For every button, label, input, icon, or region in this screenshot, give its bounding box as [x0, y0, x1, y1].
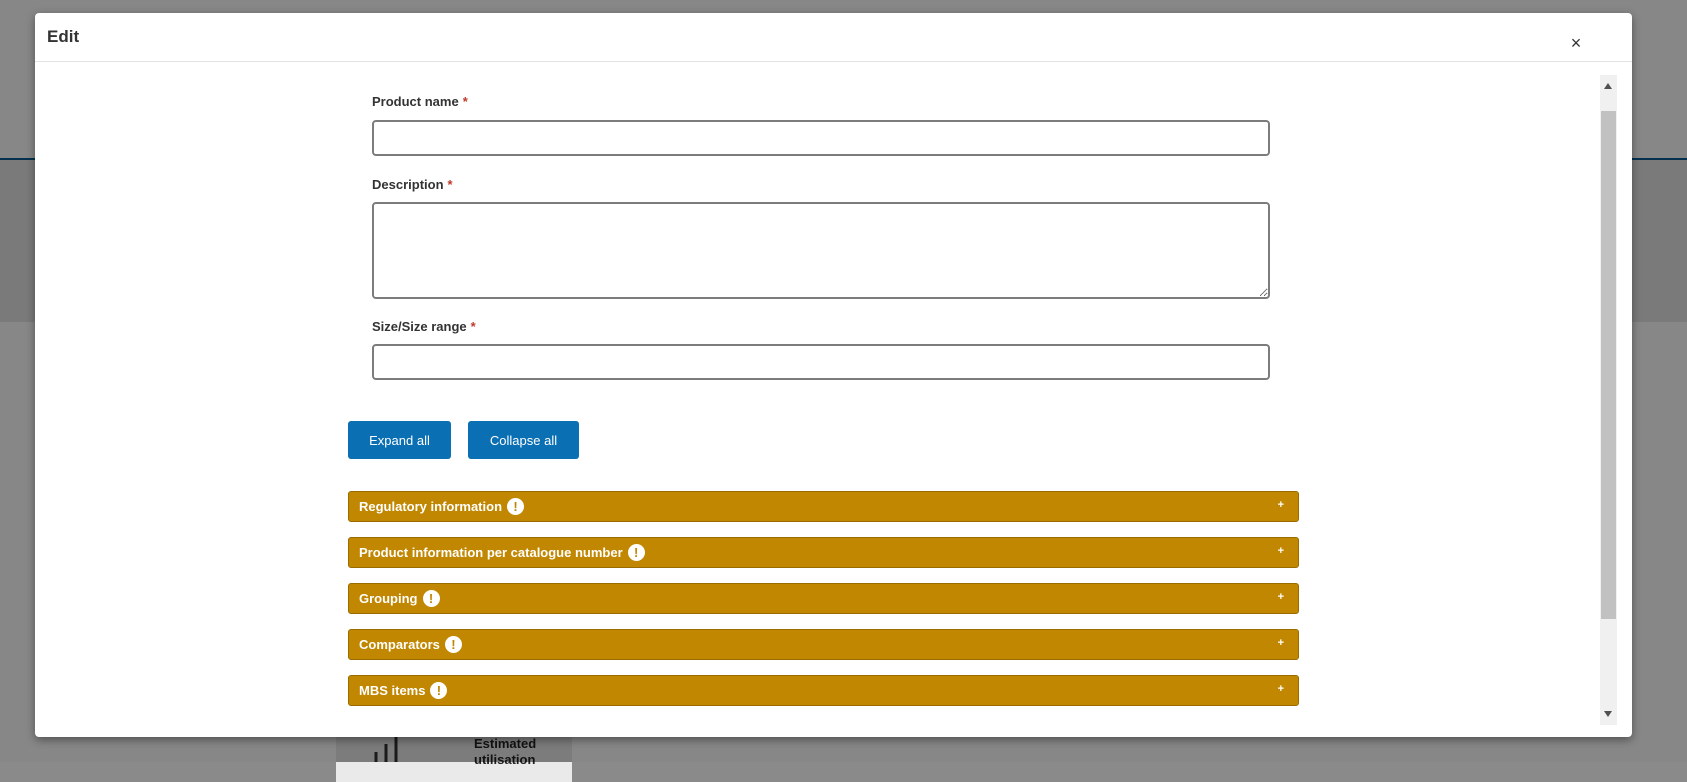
- scroll-up-arrow-icon[interactable]: [1604, 83, 1612, 89]
- required-marker: *: [462, 94, 468, 109]
- section-title: Regulatory information: [359, 499, 503, 514]
- collapse-all-button[interactable]: Collapse all: [468, 421, 579, 459]
- warning-icon: !: [444, 636, 462, 653]
- required-marker: *: [470, 319, 476, 334]
- dialog-title: Edit: [47, 27, 80, 46]
- expand-icon: +: [1277, 637, 1284, 649]
- expand-all-button[interactable]: Expand all: [348, 421, 451, 459]
- section-comparators[interactable]: Comparators ! +: [348, 629, 1299, 660]
- required-marker: *: [447, 177, 453, 192]
- warning-icon: !: [627, 544, 645, 561]
- expand-icon: +: [1277, 545, 1284, 557]
- warning-icon: !: [430, 682, 448, 699]
- section-title: Grouping: [359, 591, 418, 606]
- dialog-body: Product name * Description * Size/Size ran…: [35, 62, 1632, 737]
- product-name-label-text: Product name: [372, 94, 459, 109]
- description-label: Description *: [372, 177, 453, 192]
- section-title: MBS items: [359, 683, 426, 698]
- expand-icon: +: [1277, 499, 1284, 511]
- scrollbar[interactable]: [1600, 75, 1617, 725]
- warning-icon: !: [507, 498, 525, 515]
- size-range-input[interactable]: [372, 344, 1270, 380]
- product-name-input[interactable]: [372, 120, 1270, 156]
- expand-icon: +: [1277, 591, 1284, 603]
- section-title: Comparators: [359, 637, 440, 652]
- dialog-header: Edit ×: [35, 13, 1632, 62]
- warning-icon: !: [422, 590, 440, 607]
- section-grouping[interactable]: Grouping ! +: [348, 583, 1299, 614]
- size-range-label-text: Size/Size range: [372, 319, 467, 334]
- edit-dialog: Edit × Product name * Description * Size/S…: [35, 13, 1632, 737]
- product-name-label: Product name *: [372, 94, 468, 109]
- section-regulatory-information[interactable]: Regulatory information ! +: [348, 491, 1299, 522]
- description-textarea[interactable]: [372, 202, 1270, 299]
- section-product-information[interactable]: Product information per catalogue number…: [348, 537, 1299, 568]
- section-mbs-items[interactable]: MBS items ! +: [348, 675, 1299, 706]
- close-button[interactable]: ×: [1566, 33, 1586, 53]
- description-label-text: Description: [372, 177, 444, 192]
- expand-icon: +: [1277, 683, 1284, 695]
- scroll-thumb[interactable]: [1601, 111, 1616, 619]
- section-title: Product information per catalogue number: [359, 545, 623, 560]
- scroll-down-arrow-icon[interactable]: [1604, 711, 1612, 717]
- size-range-label: Size/Size range *: [372, 319, 476, 334]
